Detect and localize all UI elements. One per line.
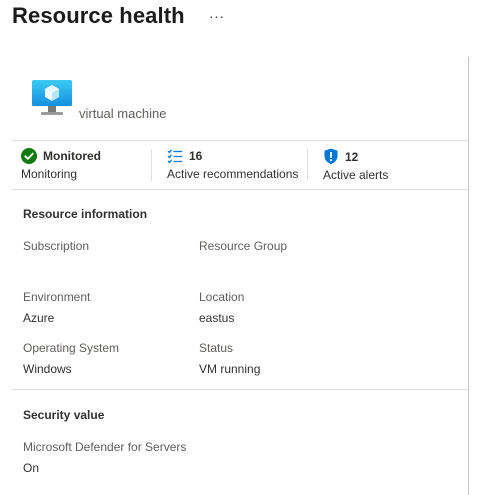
environment-label: Environment	[23, 290, 91, 304]
environment-field: Environment Azure	[23, 290, 90, 325]
section-divider	[12, 389, 468, 390]
environment-value: Azure	[23, 311, 55, 325]
status-value: VM running	[199, 362, 261, 376]
location-label: Location	[199, 290, 245, 304]
stat-separator	[151, 149, 152, 181]
more-options-button[interactable]: ···	[209, 8, 225, 24]
stat-separator	[307, 149, 308, 181]
page-title: Resource health	[12, 3, 185, 28]
defender-field: Microsoft Defender for Servers On	[23, 440, 186, 475]
stats-divider	[12, 189, 468, 190]
resource-group-field: Resource Group	[199, 239, 287, 260]
security-value-heading: Security value	[23, 408, 105, 422]
monitoring-label: Monitoring	[21, 167, 78, 181]
shield-alert-icon	[324, 148, 338, 165]
check-circle-icon	[21, 148, 37, 164]
subscription-label: Subscription	[23, 239, 90, 253]
recommendations-label: Active recommendations	[167, 167, 299, 181]
panel-divider	[468, 57, 469, 495]
status-label: Status	[199, 341, 234, 355]
checklist-icon	[167, 149, 182, 164]
alerts-stat[interactable]: 12 Active alerts	[323, 148, 388, 182]
monitoring-stat: Monitored Monitoring	[21, 148, 101, 181]
header-divider	[12, 140, 468, 141]
operating-system-label: Operating System	[23, 341, 120, 355]
location-field: Location eastus	[199, 290, 244, 325]
monitoring-value: Monitored	[43, 149, 101, 163]
recommendations-count: 16	[189, 149, 203, 163]
resource-information-heading: Resource information	[23, 207, 148, 221]
operating-system-field: Operating System Windows	[23, 341, 119, 376]
recommendations-stat[interactable]: 16 Active recommendations	[167, 148, 298, 181]
defender-label: Microsoft Defender for Servers	[23, 440, 187, 454]
subscription-field: Subscription	[23, 239, 89, 260]
operating-system-value: Windows	[23, 362, 72, 376]
alerts-count: 12	[345, 149, 359, 164]
location-value: eastus	[199, 311, 235, 325]
resource-group-label: Resource Group	[199, 239, 288, 253]
defender-value: On	[23, 461, 40, 475]
alerts-label: Active alerts	[323, 168, 389, 182]
resource-type-label: virtual machine	[79, 106, 167, 121]
virtual-machine-icon	[32, 80, 72, 115]
status-field: Status VM running	[199, 341, 260, 376]
